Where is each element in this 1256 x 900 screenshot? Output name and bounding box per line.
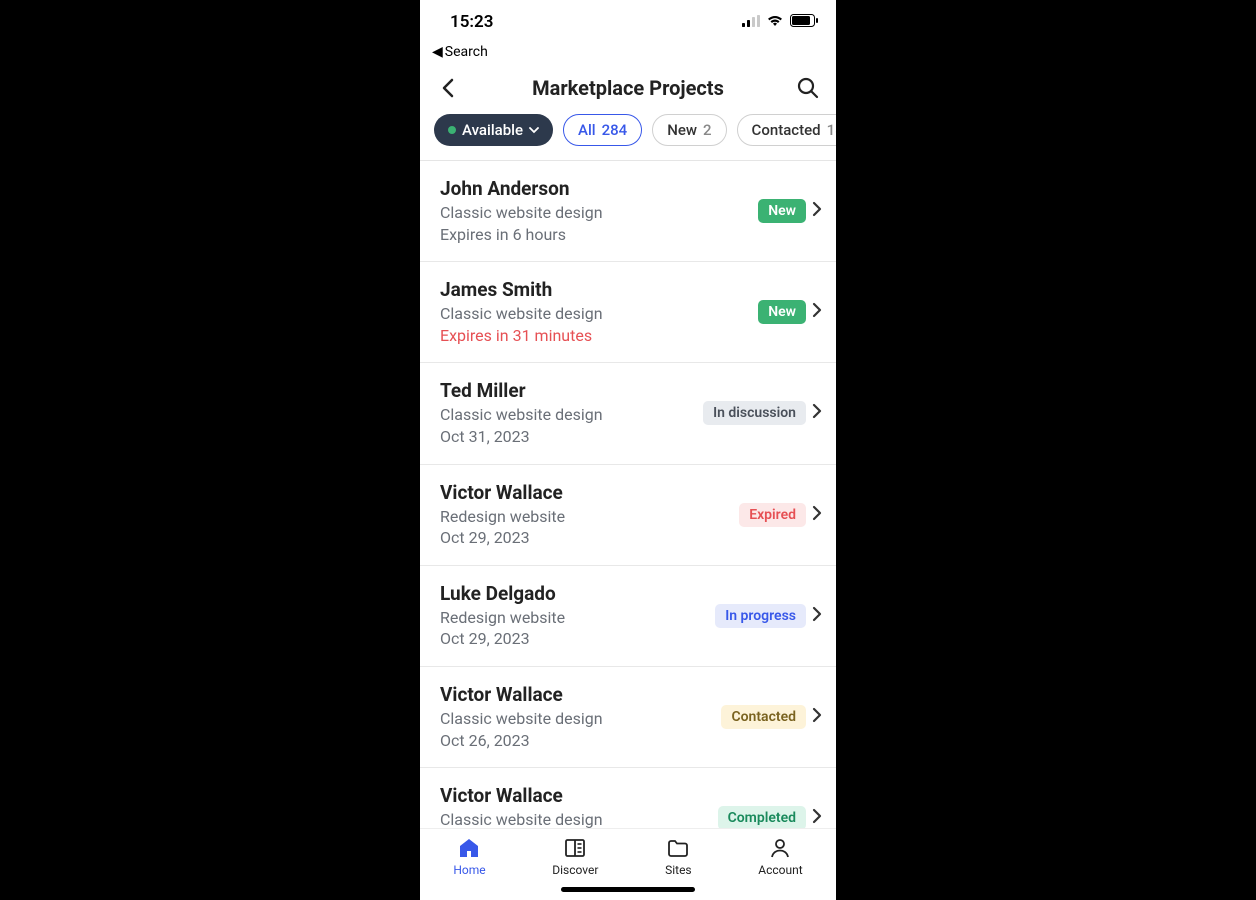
- chevron-right-icon: [812, 201, 822, 221]
- project-row-text: James SmithClassic website designExpires…: [440, 278, 758, 346]
- back-triangle-icon: ◀: [432, 44, 443, 60]
- project-row-text: Victor WallaceClassic website designOct …: [440, 683, 721, 751]
- project-row-text: Victor WallaceClassic website designOct …: [440, 784, 718, 828]
- project-row[interactable]: James SmithClassic website designExpires…: [420, 262, 836, 363]
- project-row-text: John AndersonClassic website designExpir…: [440, 177, 758, 245]
- status-badge: Contacted: [721, 705, 806, 729]
- tab-account[interactable]: Account: [758, 837, 802, 877]
- discover-icon: [563, 837, 587, 859]
- project-row[interactable]: Victor WallaceClassic website designOct …: [420, 768, 836, 828]
- chevron-right-icon: [812, 606, 822, 626]
- project-row[interactable]: John AndersonClassic website designExpir…: [420, 161, 836, 262]
- project-type: Classic website design: [440, 404, 703, 426]
- project-name: Victor Wallace: [440, 481, 739, 504]
- tab-label: Home: [453, 863, 485, 877]
- filter-tab-label: New: [667, 121, 697, 139]
- back-search-label: Search: [445, 44, 488, 60]
- search-icon: [797, 77, 819, 99]
- project-type: Classic website design: [440, 809, 718, 828]
- status-dot-icon: [448, 126, 456, 134]
- project-meta: Expires in 6 hours: [440, 224, 758, 246]
- project-meta: Expires in 31 minutes: [440, 325, 758, 347]
- filter-tab-new[interactable]: New 2: [652, 114, 726, 146]
- status-time: 15:23: [450, 12, 493, 32]
- project-meta: Oct 29, 2023: [440, 527, 739, 549]
- status-badge: New: [758, 300, 806, 324]
- chevron-right-icon: [812, 505, 822, 525]
- status-badge: Completed: [718, 806, 806, 828]
- project-meta: Oct 26, 2023: [440, 730, 721, 752]
- chevron-right-icon: [812, 707, 822, 727]
- tab-discover[interactable]: Discover: [552, 837, 598, 877]
- project-row-text: Victor WallaceRedesign websiteOct 29, 20…: [440, 481, 739, 549]
- filter-tab-all[interactable]: All 284: [563, 114, 642, 146]
- project-row-text: Ted MillerClassic website designOct 31, …: [440, 379, 703, 447]
- chevron-right-icon: [812, 403, 822, 423]
- project-meta: Oct 29, 2023: [440, 628, 715, 650]
- filter-tab-count: 284: [602, 121, 628, 139]
- project-name: Luke Delgado: [440, 582, 715, 605]
- tab-label: Account: [758, 863, 802, 877]
- project-type: Classic website design: [440, 202, 758, 224]
- project-list[interactable]: John AndersonClassic website designExpir…: [420, 161, 836, 828]
- filter-tab-label: Contacted: [752, 121, 821, 139]
- project-type: Redesign website: [440, 607, 715, 629]
- project-name: James Smith: [440, 278, 758, 301]
- project-row-text: Luke DelgadoRedesign websiteOct 29, 2023: [440, 582, 715, 650]
- chevron-down-icon: [529, 127, 539, 134]
- filter-tab-count: 18: [827, 121, 836, 139]
- phone-frame: 15:23 ◀ Search Marketplace Projects: [420, 0, 836, 900]
- status-badge: In discussion: [703, 401, 806, 425]
- search-button[interactable]: [794, 74, 822, 102]
- home-indicator[interactable]: [561, 887, 695, 892]
- project-meta: Oct 31, 2023: [440, 426, 703, 448]
- filter-tab-contacted[interactable]: Contacted 18: [737, 114, 836, 146]
- filter-bar: Available All 284 New 2 Contacted 18 In: [420, 114, 836, 161]
- status-bar: 15:23: [420, 0, 836, 44]
- page-title: Marketplace Projects: [462, 76, 794, 100]
- chevron-left-icon: [441, 78, 455, 98]
- home-icon: [457, 837, 481, 859]
- status-badge: New: [758, 199, 806, 223]
- project-type: Redesign website: [440, 506, 739, 528]
- account-icon: [768, 837, 792, 859]
- tab-bar: Home Discover Sites Account: [420, 828, 836, 881]
- project-name: Ted Miller: [440, 379, 703, 402]
- status-icons: [742, 12, 818, 32]
- chevron-right-icon: [812, 808, 822, 828]
- nav-header: Marketplace Projects: [420, 64, 836, 114]
- project-name: Victor Wallace: [440, 683, 721, 706]
- project-name: John Anderson: [440, 177, 758, 200]
- chevron-right-icon: [812, 302, 822, 322]
- project-row[interactable]: Victor WallaceClassic website designOct …: [420, 667, 836, 768]
- status-badge: Expired: [739, 503, 806, 527]
- back-to-search[interactable]: ◀ Search: [420, 44, 836, 64]
- project-row[interactable]: Luke DelgadoRedesign websiteOct 29, 2023…: [420, 566, 836, 667]
- wifi-icon: [766, 12, 784, 32]
- availability-filter[interactable]: Available: [434, 114, 553, 146]
- back-button[interactable]: [434, 74, 462, 102]
- battery-icon: [790, 12, 818, 32]
- tab-sites[interactable]: Sites: [665, 837, 692, 877]
- project-row[interactable]: Victor WallaceRedesign websiteOct 29, 20…: [420, 465, 836, 566]
- filter-tab-count: 2: [703, 121, 712, 139]
- tab-label: Sites: [665, 863, 692, 877]
- status-badge: In progress: [715, 604, 806, 628]
- project-row[interactable]: Ted MillerClassic website designOct 31, …: [420, 363, 836, 464]
- project-type: Classic website design: [440, 708, 721, 730]
- filter-tab-label: All: [578, 121, 596, 139]
- project-name: Victor Wallace: [440, 784, 718, 807]
- tab-home[interactable]: Home: [453, 837, 485, 877]
- tab-label: Discover: [552, 863, 598, 877]
- availability-label: Available: [462, 121, 523, 139]
- folder-icon: [666, 837, 690, 859]
- project-type: Classic website design: [440, 303, 758, 325]
- signal-icon: [742, 12, 760, 32]
